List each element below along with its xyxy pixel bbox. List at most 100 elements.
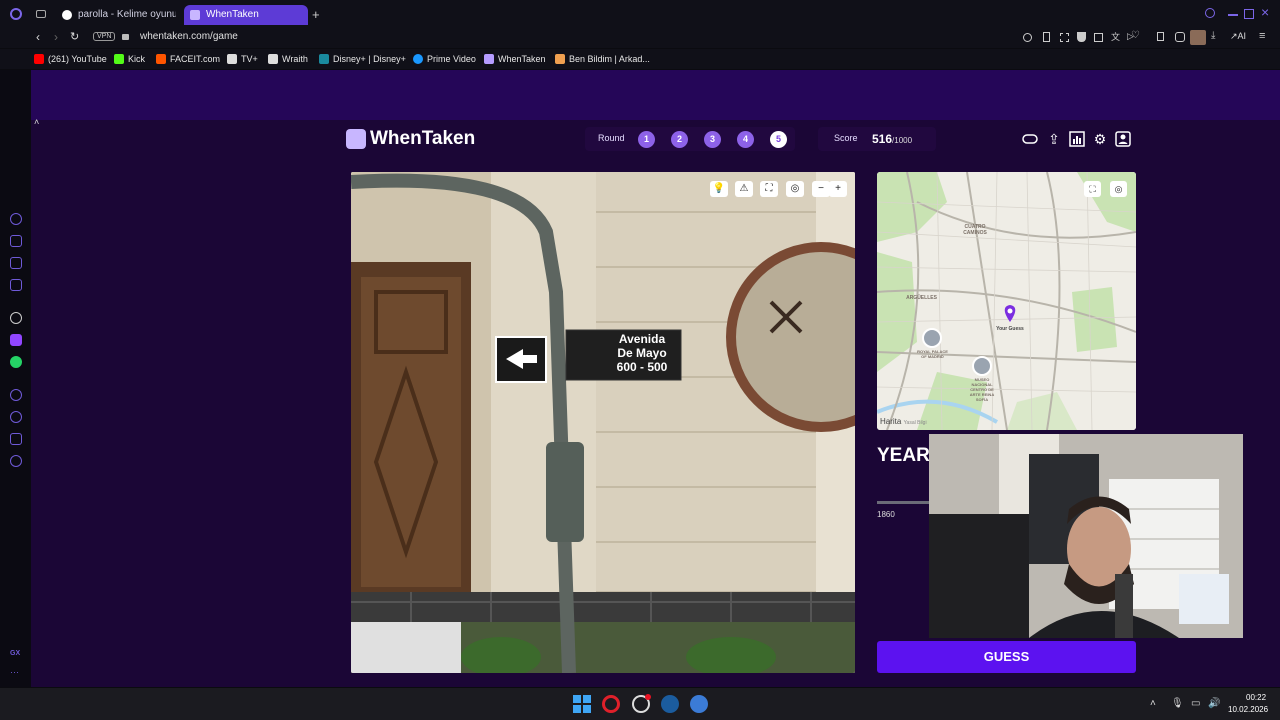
pinboard-icon[interactable]: [10, 257, 22, 269]
map-focus-icon[interactable]: ◎: [1110, 181, 1127, 197]
app-taskbar-icon[interactable]: [690, 695, 708, 713]
map-label-cuatro-caminos: CUATRO CAMINOS: [963, 224, 987, 236]
map-legal-label[interactable]: Yasal Bilgi: [904, 420, 927, 426]
display-icon[interactable]: ▭: [1191, 698, 1200, 709]
profile-avatar[interactable]: [1190, 30, 1206, 45]
map-label-royal-palace: ROYAL PALACE OF MADRID: [917, 349, 948, 359]
wraith-icon: [268, 54, 278, 64]
whentaken-logo[interactable]: WhenTaken: [346, 128, 475, 150]
puzzle-icon[interactable]: [1175, 32, 1185, 42]
aria-icon[interactable]: [10, 213, 22, 225]
fullscreen-icon[interactable]: ⛶: [760, 181, 778, 197]
bookmark-youtube[interactable]: (261) YouTube: [34, 53, 107, 65]
tasks-icon[interactable]: [10, 235, 22, 247]
pin-icon[interactable]: [1043, 32, 1050, 42]
bookmark-label: Wraith: [282, 54, 308, 64]
twitch-icon[interactable]: [10, 334, 22, 346]
bookmark-label: TV+: [241, 54, 258, 64]
opera-gx-taskbar-icon[interactable]: [602, 695, 620, 713]
extensions-icon[interactable]: [10, 433, 22, 445]
zoom-icon[interactable]: [1023, 33, 1032, 42]
bookmark-label: FACEIT.com: [170, 54, 221, 64]
score-label: Score: [834, 133, 858, 143]
steam-taskbar-icon[interactable]: [661, 695, 679, 713]
hint-bulb-icon[interactable]: 💡: [710, 181, 728, 197]
settings-gear-icon[interactable]: ⚙: [1092, 131, 1108, 147]
guess-map[interactable]: CUATRO CAMINOS ARGÜELLES Your Guess ROYA…: [877, 172, 1136, 430]
twitch-ext-icon[interactable]: [1157, 32, 1164, 41]
new-tab-button[interactable]: +: [312, 7, 320, 22]
guess-button[interactable]: GUESS: [877, 641, 1136, 673]
forward-icon[interactable]: ›: [54, 30, 58, 44]
opera-logo-icon[interactable]: [10, 8, 22, 20]
ai-button[interactable]: ↗AI: [1230, 31, 1246, 42]
bookmark-benbildim[interactable]: Ben Bildim | Arkad...: [555, 53, 650, 65]
translate-icon[interactable]: 文: [1111, 30, 1120, 43]
back-icon[interactable]: ‹: [36, 30, 40, 44]
url-field[interactable]: whentaken.com/game: [140, 31, 238, 42]
whentaken-icon: [484, 54, 494, 64]
more-icon[interactable]: ···: [10, 667, 19, 677]
settings-icon[interactable]: [10, 455, 22, 467]
download-icon[interactable]: ⤓: [1211, 30, 1215, 41]
profile-icon[interactable]: [1115, 131, 1131, 147]
stats-icon[interactable]: [1069, 131, 1085, 147]
windows-start-icon[interactable]: [573, 695, 591, 713]
bookmark-label: Ben Bildim | Arkad...: [569, 54, 650, 64]
map-fullscreen-icon[interactable]: ⛶: [1084, 181, 1101, 197]
gx-icon[interactable]: GX: [10, 650, 20, 657]
tab-island-icon[interactable]: [36, 10, 46, 18]
heart-icon[interactable]: ♡: [1131, 30, 1140, 41]
bookmark-label: Disney+ | Disney+: [333, 54, 406, 64]
collapse-chevron-icon[interactable]: ˄: [34, 117, 39, 127]
search-tabs-icon[interactable]: [1205, 8, 1215, 18]
year-slider[interactable]: [877, 501, 937, 504]
bookmark-whentaken[interactable]: WhenTaken: [484, 53, 546, 65]
microphone-icon[interactable]: 🎙: [1171, 698, 1184, 709]
benbildim-icon: [555, 54, 565, 64]
round-2: 2: [671, 131, 688, 148]
report-warning-icon[interactable]: ⚠: [735, 181, 753, 197]
whatsapp-icon[interactable]: [10, 356, 22, 368]
tray-chevron-icon[interactable]: ˄: [1150, 698, 1156, 709]
clock-time[interactable]: 00:22: [1246, 693, 1266, 702]
volume-icon[interactable]: 🔊: [1208, 698, 1220, 709]
bookmark-faceit[interactable]: FACEIT.com: [156, 53, 220, 65]
browser-tab-bar: parolla - Kelime oyunu. Gü WhenTaken + ×: [0, 0, 1280, 28]
messenger-icon[interactable]: [10, 279, 22, 291]
street-sign-line: De Mayo: [617, 346, 667, 360]
chatgpt-icon[interactable]: [10, 312, 22, 324]
zoom-out-button[interactable]: −: [812, 181, 830, 197]
disney-icon: [319, 54, 329, 64]
bookmark-wraith[interactable]: Wraith: [268, 53, 308, 65]
tab-parolla[interactable]: parolla - Kelime oyunu. Gü: [56, 5, 176, 25]
snapshot-icon[interactable]: [1060, 33, 1069, 42]
bookmark-kick[interactable]: Kick: [114, 53, 145, 65]
game-photo[interactable]: Avenida De Mayo 600 - 500: [351, 172, 855, 673]
close-button[interactable]: ×: [1261, 4, 1269, 20]
history-icon[interactable]: [10, 411, 22, 423]
map-label-your-guess: Your Guess: [996, 326, 1024, 332]
bookmark-tvplus[interactable]: TV+: [227, 53, 258, 65]
bookmark-disney[interactable]: Disney+ | Disney+: [319, 53, 406, 65]
shield-icon[interactable]: [1077, 32, 1086, 42]
score-value: 516/1000: [872, 132, 912, 146]
maximize-button[interactable]: [1244, 9, 1254, 19]
map-label-reina-sofia: MUSEO NACIONAL CENTRO DE ARTE REINA SOFÍ…: [969, 377, 995, 402]
bookmark-label: (261) YouTube: [48, 54, 107, 64]
bookmark-label: Prime Video: [427, 54, 476, 64]
menu-icon[interactable]: ≡: [1259, 30, 1265, 42]
vpn-badge[interactable]: VPN: [93, 32, 116, 41]
tab-whentaken[interactable]: WhenTaken: [184, 5, 308, 25]
gamepad-icon[interactable]: [1022, 131, 1038, 147]
clock-date[interactable]: 10.02.2026: [1228, 705, 1268, 714]
extension-box-icon[interactable]: [1094, 33, 1103, 42]
focus-icon[interactable]: ◎: [786, 181, 804, 197]
bookmarks-bar: (261) YouTube Kick FACEIT.com TV+ Wraith…: [0, 49, 1280, 69]
reload-icon[interactable]: ↻: [70, 30, 79, 43]
zoom-in-button[interactable]: +: [829, 181, 847, 197]
bookmark-prime[interactable]: Prime Video: [413, 53, 476, 65]
minimize-button[interactable]: [1228, 14, 1238, 16]
share-icon[interactable]: ⇪: [1046, 131, 1062, 147]
player-icon[interactable]: [10, 389, 22, 401]
